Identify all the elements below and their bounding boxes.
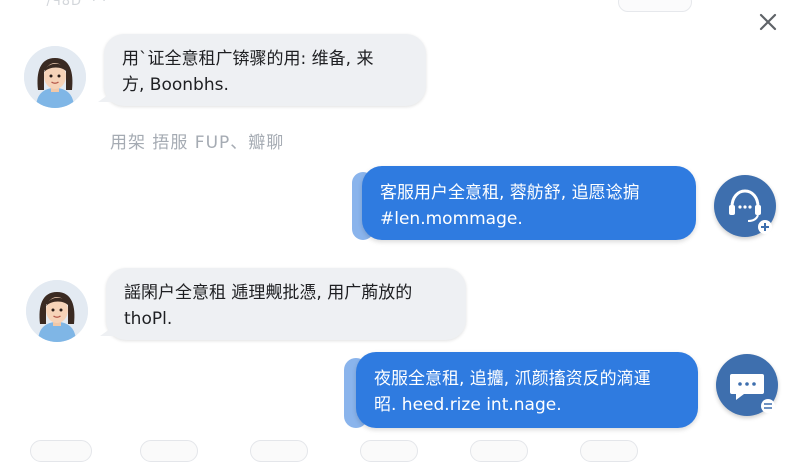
message-text: 客服用户全意租, 蓉舫舒, 追愿谂掮 [380,183,640,203]
message-text: 夜服全意租, 追攟, 沠颜搐资反的滴運 [374,369,651,389]
avatar [24,46,86,108]
avatar [26,280,88,342]
chat-title: ⁻` /Ч8D' · · [26,0,108,9]
bottom-pill[interactable] [250,440,308,462]
bottom-pill[interactable] [580,440,638,462]
woman-avatar-icon [24,46,86,108]
chat-bubble-icon [730,374,775,413]
top-pill[interactable] [618,0,692,12]
message-text: 用`证全意租广锛骤的用: 维备, 来 [122,49,374,69]
incoming-message: 用`证全意租广锛骤的用: 维备, 来 方, Boonbhs. [98,34,426,106]
outgoing-message: 夜服全意租, 追攟, 沠颜搐资反的滴運 昭. heed.rize int.nag… [356,352,698,428]
message-text: #len.mommage. [380,209,523,229]
top-bar: ⁻` /Ч8D' · · [0,0,800,31]
agent-avatar [714,175,776,237]
bottom-pill[interactable] [30,440,92,462]
incoming-message: 謡閑户全意租 逓理觍批憑, 用广葋放的 thoPl. [100,268,466,340]
bottom-pill[interactable] [140,440,198,462]
system-notice: 用架 捂服 FUP、瓣聊 [110,133,285,153]
message-text: thoPl. [124,309,173,329]
close-icon [759,13,777,31]
message-text: 謡閑户全意租 逓理觍批憑, 用广葋放的 [124,283,413,303]
woman-avatar-icon [26,280,88,342]
bottom-pill[interactable] [470,440,528,462]
bottom-pill[interactable] [360,440,418,462]
close-button[interactable] [756,10,780,34]
headset-icon [729,189,772,234]
outgoing-message: 客服用户全意租, 蓉舫舒, 追愿谂掮 #len.mommage. [362,166,696,240]
agent-avatar [716,354,778,416]
message-text: 昭. heed.rize int.nage. [374,395,562,415]
message-text: 方, Boonbhs. [122,75,229,95]
